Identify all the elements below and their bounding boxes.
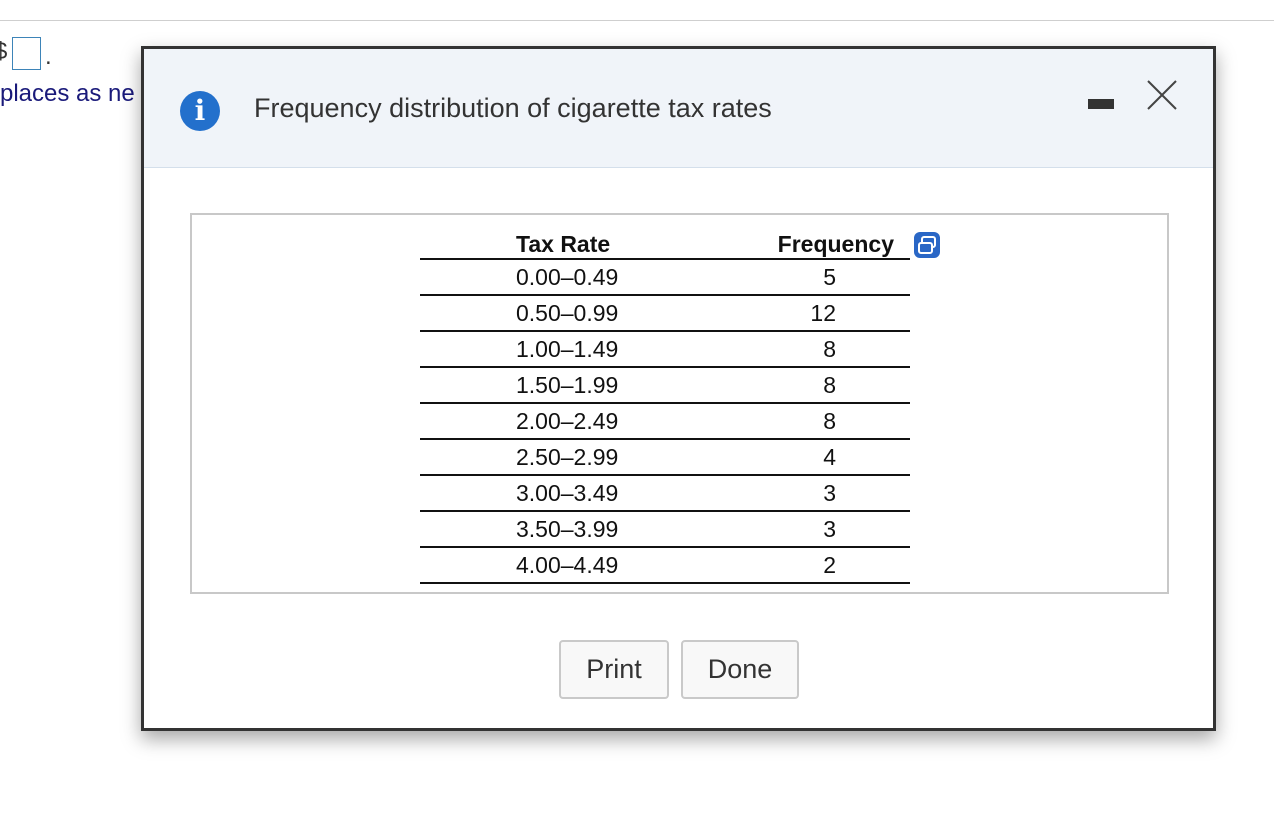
tax-rate-cell: 3.50–3.99 xyxy=(420,511,761,548)
table-row: 0.00–0.49 5 xyxy=(420,259,910,296)
print-button[interactable]: Print xyxy=(559,640,669,699)
table-row: 2.50–2.99 4 xyxy=(420,439,910,476)
dollar-sign: $ xyxy=(0,38,8,65)
answer-input[interactable] xyxy=(12,37,41,70)
frequency-cell: 5 xyxy=(761,259,910,296)
frequency-cell: 3 xyxy=(761,475,910,512)
close-icon[interactable] xyxy=(1144,77,1180,113)
decimal-point: . xyxy=(45,43,52,70)
frequency-table: Tax Rate Frequency 0.00–0.49 5 0.50–0.99 1… xyxy=(420,225,910,584)
done-button[interactable]: Done xyxy=(681,640,799,699)
table-frame: Tax Rate Frequency 0.00–0.49 5 0.50–0.99 1… xyxy=(190,213,1169,594)
tax-rate-cell: 2.50–2.99 xyxy=(420,439,761,476)
tax-rate-cell: 2.00–2.49 xyxy=(420,403,761,440)
table-row: 2.00–2.49 8 xyxy=(420,403,910,440)
table-header-row: Tax Rate Frequency xyxy=(420,225,910,260)
tax-rate-cell: 1.50–1.99 xyxy=(420,367,761,404)
info-icon: i xyxy=(180,91,220,131)
table-row: 0.50–0.99 12 xyxy=(420,295,910,332)
close-icon-glyph xyxy=(1147,80,1177,110)
table-row: 1.50–1.99 8 xyxy=(420,367,910,404)
tax-rate-cell: 4.00–4.49 xyxy=(420,547,761,584)
tax-rate-cell: 0.00–0.49 xyxy=(420,259,761,296)
table-row: 4.00–4.49 2 xyxy=(420,547,910,584)
table-row: 3.00–3.49 3 xyxy=(420,475,910,512)
copy-icon-glyph xyxy=(918,236,936,254)
frequency-cell: 8 xyxy=(761,367,910,404)
frequency-cell: 8 xyxy=(761,403,910,440)
minimize-icon[interactable] xyxy=(1088,99,1114,109)
frequency-cell: 3 xyxy=(761,511,910,548)
tax-rate-cell: 0.50–0.99 xyxy=(420,295,761,332)
frequency-cell: 4 xyxy=(761,439,910,476)
dialog-title: Frequency distribution of cigarette tax … xyxy=(254,93,772,123)
frequency-cell: 12 xyxy=(761,295,910,332)
table-row: 3.50–3.99 3 xyxy=(420,511,910,548)
tax-rate-cell: 3.00–3.49 xyxy=(420,475,761,512)
top-divider xyxy=(0,20,1274,21)
frequency-cell: 8 xyxy=(761,331,910,368)
column-header-frequency: Frequency xyxy=(761,225,910,260)
table-row: 1.00–1.49 8 xyxy=(420,331,910,368)
dialog-header: i Frequency distribution of cigarette ta… xyxy=(144,49,1213,168)
copy-icon[interactable] xyxy=(914,232,940,258)
frequency-cell: 2 xyxy=(761,547,910,584)
tax-rate-cell: 1.00–1.49 xyxy=(420,331,761,368)
instruction-text: places as ne xyxy=(0,80,135,107)
column-header-tax-rate: Tax Rate xyxy=(420,225,761,260)
frequency-dialog: i Frequency distribution of cigarette ta… xyxy=(141,46,1216,731)
